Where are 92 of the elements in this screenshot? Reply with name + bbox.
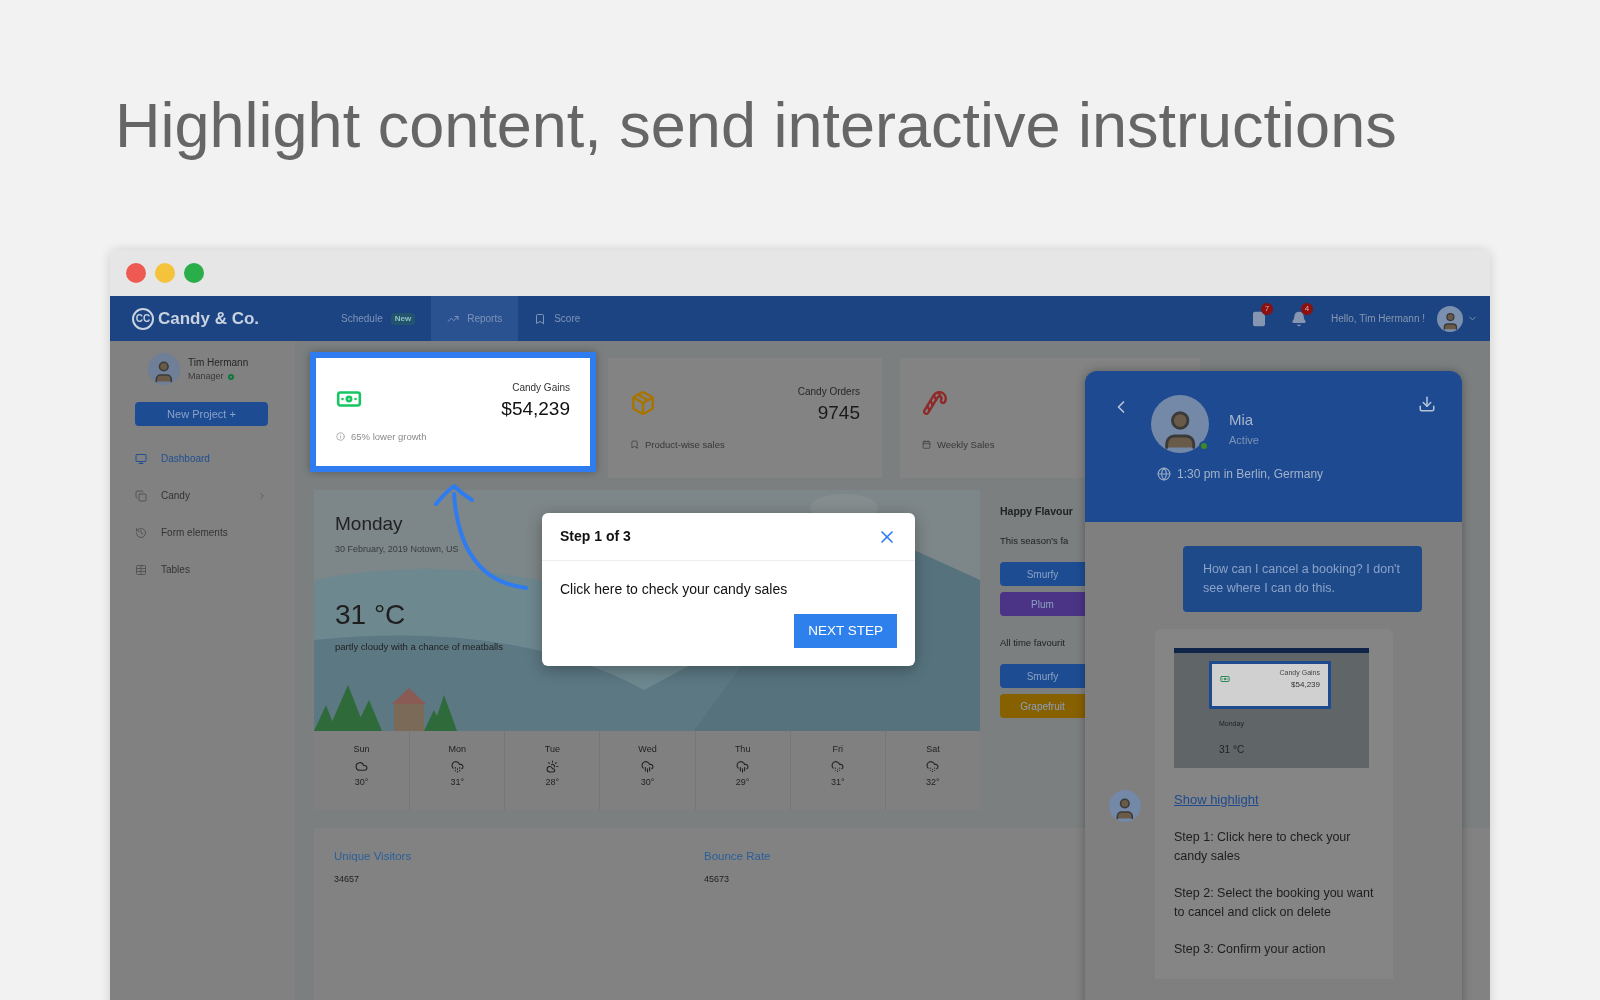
instruction-step: Step 1: Click here to check your candy sales	[1174, 827, 1374, 866]
weather-temperature: 31 °C	[335, 598, 406, 632]
weather-icon	[450, 759, 464, 773]
bookmark-icon	[534, 312, 547, 325]
weather-icon	[831, 759, 845, 773]
forecast-temperature: 30°	[640, 775, 655, 789]
user-message-bubble: How can I cancel a booking? I don't see where I can do this.	[1183, 546, 1422, 612]
card-note: 65% lower growth	[351, 429, 427, 444]
flavour-button[interactable]: Smurfy	[1000, 562, 1085, 586]
forecast-temperature: 31°	[450, 775, 464, 789]
flavour-button[interactable]: Smurfy	[1000, 664, 1085, 689]
card-label: Candy Orders	[797, 385, 860, 399]
user-role: Manager	[188, 369, 224, 383]
card-note: Weekly Sales	[937, 437, 995, 452]
weather-icon	[926, 759, 940, 773]
flavours-subtitle: This season's fa	[1000, 533, 1070, 548]
agent-status: Active	[1229, 432, 1259, 448]
forecast-day: Fri	[832, 743, 843, 757]
stat-value: 45673	[704, 873, 731, 887]
forecast-temperature: 29°	[735, 775, 750, 789]
weather-icon	[355, 759, 369, 773]
flavour-button[interactable]: Grapefruit	[1000, 694, 1085, 719]
weather-icon	[736, 759, 750, 773]
copy-icon	[135, 489, 147, 502]
agent-name: Mia	[1229, 410, 1255, 430]
instruction-step: Step 3: Confirm your action	[1174, 939, 1374, 959]
bookmark-icon	[630, 440, 639, 450]
sidebar-item[interactable]: Tables	[110, 551, 295, 588]
forecast-temperature: 30°	[354, 775, 369, 789]
thumbnail-value: $54,239	[1291, 678, 1320, 691]
nav-tab[interactable]: Reports	[431, 296, 519, 341]
card-value: 9745	[817, 401, 860, 425]
weather-icon	[545, 759, 559, 773]
user-name: Tim Hermann	[188, 355, 249, 370]
greeting-text: Hello, Tim Hermann !	[1331, 312, 1425, 326]
next-step-button[interactable]: NEXT STEP	[794, 614, 897, 648]
sidebar-item[interactable]: Form elements	[110, 514, 295, 551]
forecast-day: Thu	[734, 743, 751, 757]
stat-title: Bounce Rate	[704, 849, 772, 864]
forecast-day: Mon	[448, 743, 466, 757]
weather-icon	[641, 759, 654, 773]
weather-description: partly cloudy with a chance of meatballs	[335, 640, 503, 654]
agent-avatar	[1109, 790, 1141, 822]
stat-value: 34657	[334, 873, 361, 887]
new-project-button[interactable]: New Project +	[135, 402, 268, 426]
nav-tab[interactable]: Schedule New	[325, 296, 432, 341]
sidebar-item[interactable]: Candy	[110, 477, 295, 514]
table-icon	[135, 563, 147, 576]
agent-local-time: 1:30 pm in Berlin, Germany	[1177, 466, 1324, 483]
download-icon[interactable]	[1418, 395, 1436, 413]
sidebar-item[interactable]: Dashboard	[110, 440, 295, 477]
weather-date: 30 February, 2019 Notown, US	[335, 542, 459, 556]
forecast-temperature: 32°	[926, 775, 940, 789]
dialog-title: Step 1 of 3	[560, 527, 631, 546]
forecast-day: Tue	[544, 743, 560, 757]
forecast-day: Sat	[926, 743, 940, 757]
forecast-day: Wed	[638, 743, 657, 757]
flavour-button[interactable]: Plum	[1000, 592, 1085, 616]
count-badge: 4	[1301, 302, 1314, 315]
banknote-icon	[1220, 674, 1230, 684]
forecast-temperature: 28°	[545, 775, 560, 789]
package-icon	[630, 390, 656, 416]
user-avatar	[1437, 305, 1463, 332]
profile-avatar	[148, 353, 180, 385]
brand-name: Candy & Co.	[158, 307, 260, 330]
flavours-title: Happy Flavour	[1000, 504, 1074, 519]
candy-cane-icon	[922, 390, 948, 416]
globe-icon	[1157, 467, 1171, 481]
logo-mark: CC	[132, 307, 154, 330]
chevron-icon	[257, 490, 267, 501]
flavours-subtitle: All time favourit	[1000, 636, 1066, 650]
document-icon[interactable]	[1251, 310, 1268, 327]
weather-day: Monday	[335, 510, 403, 539]
count-badge: 7	[1261, 302, 1274, 315]
card-note: Product-wise sales	[645, 437, 725, 452]
calendar-icon	[922, 440, 931, 450]
new-badge: New	[390, 312, 416, 325]
card-value: $54,239	[501, 397, 570, 421]
card-label: Candy Gains	[512, 381, 570, 395]
monitor-icon	[135, 452, 147, 465]
stat-title: Unique Visitors	[334, 849, 413, 864]
dialog-message: Click here to check your candy sales	[560, 580, 789, 599]
show-highlight-link[interactable]: Show highlight	[1174, 790, 1374, 810]
forecast-day: Sun	[353, 743, 370, 757]
forecast-temperature: 31°	[830, 775, 845, 789]
thumbnail-temperature: 31 °C	[1219, 742, 1246, 757]
nav-tab[interactable]: Score	[518, 296, 597, 341]
instruction-step: Step 2: Select the booking you want to cancel and click on delete	[1174, 883, 1374, 922]
info-icon	[336, 432, 345, 442]
history-icon	[135, 526, 147, 539]
page-heading: Highlight content, send interactive instructions	[115, 89, 1397, 162]
bell-icon[interactable]	[1291, 310, 1308, 327]
